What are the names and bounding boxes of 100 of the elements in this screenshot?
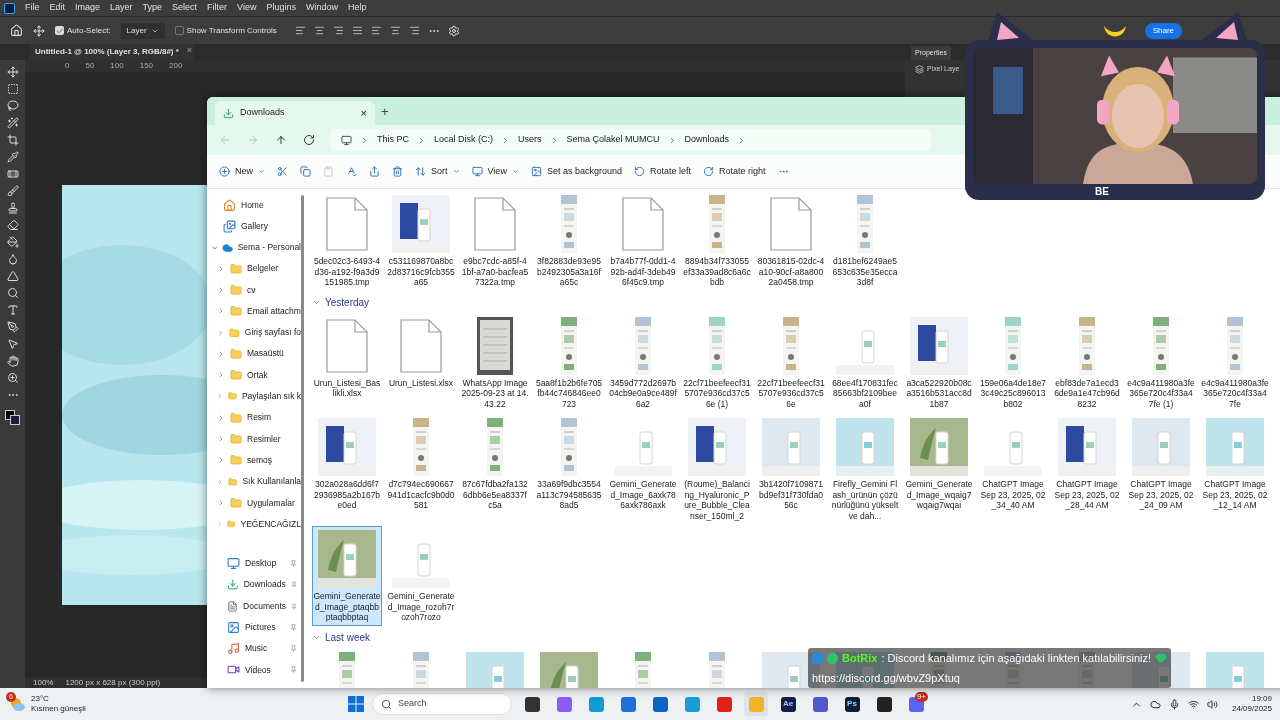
thumbnail-tile[interactable]: d7c794ec690667941d1cacfc9b0d0581 (386, 414, 456, 514)
file-name: (Roume)_Balancing_Hyaluronic_Pure_Bubble_Cleanser_150ml_2 (683, 479, 751, 521)
menu-item[interactable]: View (237, 1, 257, 15)
search-field[interactable]: Search (372, 693, 512, 715)
menu-item[interactable]: Plugins (266, 1, 296, 15)
menu-item[interactable]: Filter (207, 1, 228, 15)
sidebar-item[interactable]: Home (207, 195, 301, 216)
group-header[interactable]: Last week (312, 627, 371, 648)
sidebar-item[interactable]: Resimler (207, 428, 301, 450)
breadcrumb-item[interactable]: Sema Çolakel MUMCU (566, 133, 660, 147)
thumbnail-tile[interactable]: Gemini_Generated_Image_6axk786axk786axk (608, 414, 678, 514)
taskbar-app[interactable]: 9+ (904, 692, 928, 716)
thumbnail-tile[interactable]: 80361815-02dc-4a10-90cf-a8a8002a0458.tmp (756, 191, 826, 291)
menu-item[interactable]: Type (142, 1, 163, 15)
sidebar-item[interactable]: Ortak (207, 364, 301, 386)
toolbar-button[interactable]: Set as background (530, 164, 622, 179)
menu-item[interactable]: Help (348, 1, 367, 15)
sidebar-item[interactable]: Desktop (207, 552, 301, 575)
thumbnail-tile[interactable]: 68ee4f170831fec85663bf2109beea0f (830, 312, 900, 412)
sidebar-item[interactable]: Videos (207, 659, 301, 681)
thumbnail-tile[interactable]: 87c67fdba2fa1326dbb6e5ea8337fc5a (460, 414, 530, 514)
toolbar-button[interactable]: Sort (415, 164, 460, 179)
thumbnail-tile[interactable]: 302a028a6dd6f72936985a2b167be0ed (312, 414, 382, 514)
thumbnail-tile[interactable]: WhatsApp Image 2025-09-23 at 14.43.22 (460, 312, 530, 412)
thumbnail-tile[interactable]: e4c9a411980a3fe365e720c4f33a47fe (1) (1126, 312, 1196, 412)
thumbnail-tile[interactable]: 159e06a4de18e73c49c25c896013b802 (978, 312, 1048, 412)
window-tab[interactable]: Downloads × (215, 101, 375, 125)
menu-item[interactable]: Select (172, 1, 198, 15)
thumbnail-tile[interactable]: ChatGPT Image Sep 23, 2025, 02_12_14 AM (1200, 414, 1270, 514)
file-name: 3459d772d2697b04cb9e0a9ce489f6a2 (609, 377, 677, 409)
thumbnail-tile[interactable]: 33a69f9dbc3554a113c7945856358ad5 (534, 414, 604, 514)
sidebar-item[interactable]: Sık Kullanılanla (207, 470, 301, 493)
thumbnail-tile[interactable]: ChatGPT Image Sep 23, 2025, 02_34_40 AM (978, 414, 1048, 514)
document-tab[interactable]: Untitled-1 @ 100% (Layer 3, RGB/8#) * (29, 44, 185, 60)
thumbnail-tile[interactable]: 22cf71beefeecf315707e936cd37c56e (756, 312, 826, 412)
menu-item[interactable]: File (25, 1, 40, 15)
sidebar-item[interactable]: Pictures (207, 616, 301, 639)
thumbnail-tile[interactable]: 22cf71beefeecf315707e936cd37c56e (1) (682, 312, 752, 412)
sidebar-item[interactable]: Uygulamalar (207, 492, 301, 514)
thumbnail-tile[interactable]: 8894b34f733055ef33a39ad8c6a6cbdb (682, 191, 752, 291)
sidebar-item[interactable]: Belgeler (207, 258, 301, 280)
thumbnail-tile[interactable]: 5aa8f1b2b6fe705fb44c746846ee0723 (534, 312, 604, 412)
sidebar-item[interactable]: Giriş sayfası fo (207, 321, 301, 344)
breadcrumb-item[interactable]: This PC (377, 133, 409, 147)
menu-item[interactable]: Image (75, 1, 101, 15)
sidebar-item[interactable]: semoş (207, 449, 301, 471)
sidebar-item[interactable]: Gallery (207, 216, 301, 237)
thumbnail-tile[interactable]: d181bef6249ae5653c635e35ecca3d8f (830, 191, 900, 291)
breadcrumb-item[interactable]: Users (518, 133, 542, 147)
toolbar-button[interactable]: View (471, 164, 519, 179)
file-name: 87c67fdba2fa1326dbb6e5ea8337fc5a (461, 479, 529, 511)
chat-link[interactable]: https://discord.gg/wbvZ9pXtuq (812, 669, 1168, 686)
sidebar-item[interactable]: cv (207, 279, 301, 301)
toolbar-button[interactable]: Rotate right (703, 164, 766, 179)
menu-item[interactable]: Window (306, 1, 338, 15)
sidebar-item[interactable]: Masaüstü (207, 343, 301, 365)
close-tab-button[interactable]: × (360, 104, 367, 122)
thumbnail-tile[interactable]: ChatGPT Image Sep 23, 2025, 02_24_09 AM (1126, 414, 1196, 514)
sidebar-item[interactable]: Sema - Personal (207, 237, 301, 258)
sidebar-item[interactable]: Resim (207, 407, 301, 429)
thumbnail-tile[interactable]: Gemini_Generated_Image_wqaig7wqaig7wqai (904, 414, 974, 514)
toolbar-button[interactable]: Rotate left (633, 164, 691, 179)
thumbnail-tile[interactable]: ChatGPT Image Sep 23, 2025, 02_28_44 AM (1052, 414, 1122, 514)
sidebar-item[interactable]: Documents (207, 595, 301, 617)
group-header[interactable]: Yesterday (312, 292, 370, 313)
transform-checkbox[interactable]: Show Transform Controls (174, 24, 277, 37)
thumbnail-tile[interactable]: 3b1420f7109871bd9ef31f730fda056c (756, 414, 826, 514)
thumbnail-tile[interactable]: Gemini_Generated_Image_ptaqbbptaqbbptaq (312, 526, 382, 626)
toolbar-button[interactable]: New (219, 164, 265, 179)
thumbnail-tile[interactable]: a3ca522920b08ca3516b531acc8d1b87 (904, 312, 974, 412)
thumbnail-tile[interactable]: 3459d772d2697b04cb9e0a9ce489f6a2 (608, 312, 678, 412)
thumbnail-tile[interactable]: 3f82883de93e95b2492305a3a16fa65c (534, 191, 604, 291)
sidebar-item[interactable]: Downloads (207, 574, 301, 596)
sidebar-item[interactable]: YEĞENCAĞIZL (207, 513, 301, 535)
menu-item[interactable]: Layer (110, 1, 133, 15)
thumbnail-tile[interactable]: Gemini_Generated_Image_rozoh7rozoh7rozo (386, 526, 456, 626)
auto-select-checkbox[interactable]: Auto-Select: (55, 24, 111, 37)
thumbnail-tile[interactable]: Firefly_Gemini Flash_ürünün çözünürlüğünü yükselt ve dah... (830, 414, 900, 524)
thumbnail-tile[interactable]: (Roume)_Balancing_Hyaluronic_Pure_Bubble_Cleanser_150ml_2 (682, 414, 752, 524)
thumbnail-tile[interactable]: 5dec02c3-6493-4d36-a192-f9a3d9151985.tmp (312, 191, 382, 291)
thumbnail-tile[interactable]: Urun_Listesi_Baslikli.xlsx (312, 312, 382, 402)
thumbnail-tile[interactable]: ebf83de7a1ecd36de9a1e47cb96d8232 (1052, 312, 1122, 412)
breadcrumb-item[interactable]: Downloads (684, 133, 730, 147)
share-button[interactable]: Share (1144, 22, 1182, 39)
new-tab-button[interactable]: + (381, 101, 389, 121)
temperature: 23°C (31, 694, 50, 704)
thumbnail-tile[interactable]: e9bc7cdc-a85f-41bf-a7a0-bacfea57322a.tmp (460, 191, 530, 291)
layer-dropdown[interactable]: Layer (120, 22, 165, 39)
thumbnail-tile[interactable]: e4c9a411980a3fe365e720c4f33a47fe (1200, 312, 1270, 412)
thumbnail-tile[interactable]: Urun_Listesi.xlsx (386, 312, 456, 391)
address-bar[interactable]: This PC Local Disk (C:) Users Sema Çolakel MUMCU Downloads (331, 129, 931, 151)
sidebar-item[interactable]: Music (207, 638, 301, 660)
menu-item[interactable]: Edit (49, 1, 66, 15)
thumbnail-tile[interactable]: b7a4b77f-0dd1-492b-ad4f-3deb496f45c9.tmp (608, 191, 678, 291)
thumbnail-tile[interactable]: c531169870a8bc2d83716c9fcb355a65 (386, 191, 456, 291)
sidebar-item[interactable]: Paylaşılan sık k (207, 385, 301, 408)
document-size: 1200 px x 628 px (300 ppi) (65, 676, 161, 689)
sidebar-item[interactable]: Email attachm (207, 300, 301, 322)
close-tab-button[interactable]: × (184, 44, 195, 60)
breadcrumb-item[interactable]: Local Disk (C:) (434, 133, 494, 147)
